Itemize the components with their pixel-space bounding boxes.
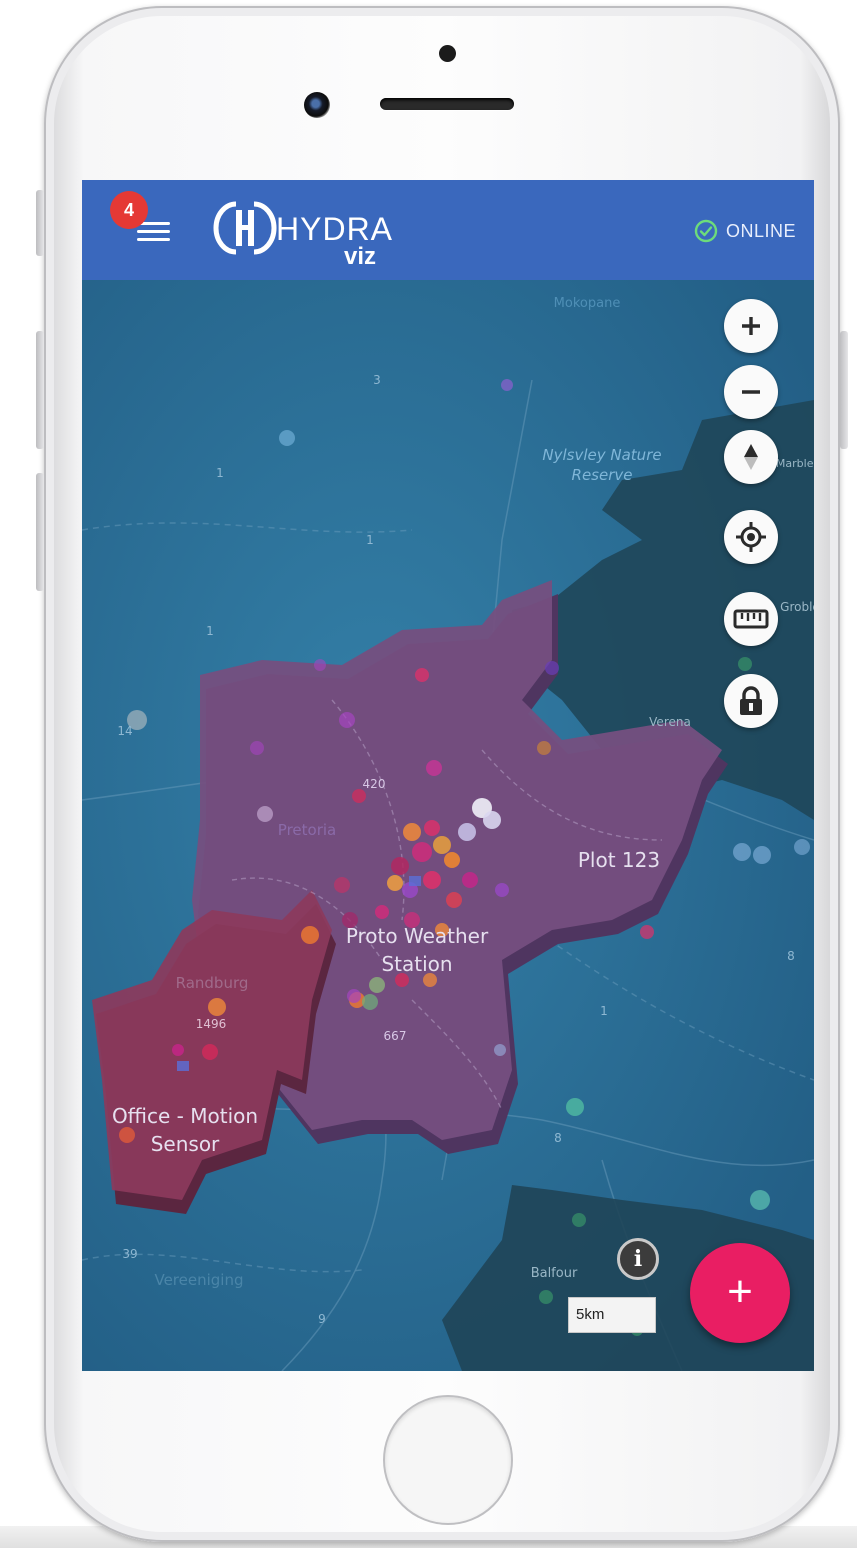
svg-text:1: 1 [216,466,224,480]
map-label-reserve-line1: Nylsvley Nature [542,446,661,464]
map-label-verena: Verena [649,715,691,729]
zoom-in-button[interactable] [724,299,778,353]
mute-switch [36,190,44,256]
svg-text:9: 9 [318,1312,326,1326]
compass-icon [744,444,758,470]
map-label-vereeniging: Vereeniging [154,1271,243,1289]
svg-text:1: 1 [600,1004,608,1018]
hydra-viz-logo: HYDRA viz [213,201,393,268]
earpiece-speaker [380,98,514,110]
lock-icon [740,686,762,715]
place-label-proto-weather-station-line1[interactable]: Proto Weather [346,924,489,948]
home-button[interactable] [383,1395,513,1525]
proximity-sensor [439,45,456,62]
svg-text:1: 1 [206,624,214,638]
svg-text:1496: 1496 [196,1017,227,1031]
hamburger-icon-line [137,238,170,241]
svg-text:8: 8 [787,949,795,963]
minus-icon [742,390,760,394]
brand-sub-text: viz [344,243,376,268]
map-scale: 5km [568,1297,656,1333]
ruler-icon [733,609,769,629]
info-button[interactable]: i [617,1238,659,1280]
lock-button[interactable] [724,674,778,728]
map-label-reserve-line2: Reserve [572,466,633,484]
map-canvas[interactable]: Nylsvley Nature Reserve Mokopane Vereeni… [82,280,814,1371]
app-header: 4 HYDRA viz ONLINE [82,180,814,280]
svg-text:8: 8 [554,1131,562,1145]
svg-text:667: 667 [384,1029,407,1043]
crosshair-icon [736,522,766,552]
map-label-groblersdal: Groble [780,600,814,614]
svg-text:3: 3 [373,373,381,387]
place-label-office-motion-sensor-line2[interactable]: Sensor [151,1132,220,1156]
plus-icon [742,317,760,335]
svg-text:1: 1 [366,533,374,547]
svg-text:14: 14 [117,724,132,738]
map-label-marble-hall: Marble Hall [776,457,814,470]
volume-up-button [36,331,44,449]
measure-button[interactable] [724,592,778,646]
place-label-proto-weather-station-line2[interactable]: Station [381,952,452,976]
brand-text: HYDRA [276,211,393,247]
status-label: ONLINE [725,220,796,241]
svg-text:39: 39 [122,1247,137,1261]
front-camera [304,92,330,118]
app-screen: 4 HYDRA viz ONLINE Nylsvley Nature Reser… [82,180,814,1371]
map-label-randburg: Randburg [176,974,249,992]
volume-down-button [36,473,44,591]
compass-button[interactable] [724,430,778,484]
power-button [840,331,848,449]
info-icon: i [633,1246,643,1272]
notification-badge: 4 [110,191,148,229]
locate-me-button[interactable] [724,510,778,564]
map-label-pretoria: Pretoria [278,821,336,839]
connection-status: ONLINE [694,218,796,244]
map-label-balfour: Balfour [531,1266,578,1281]
hamburger-icon-line [137,230,170,233]
svg-text:420: 420 [363,777,386,791]
check-circle-icon [694,219,718,243]
zoom-out-button[interactable] [724,365,778,419]
add-fab-button[interactable]: + [690,1243,790,1343]
place-label-plot-123[interactable]: Plot 123 [578,848,660,872]
map-label-mokopane: Mokopane [554,296,621,311]
place-label-office-motion-sensor-line1[interactable]: Office - Motion [112,1104,258,1128]
